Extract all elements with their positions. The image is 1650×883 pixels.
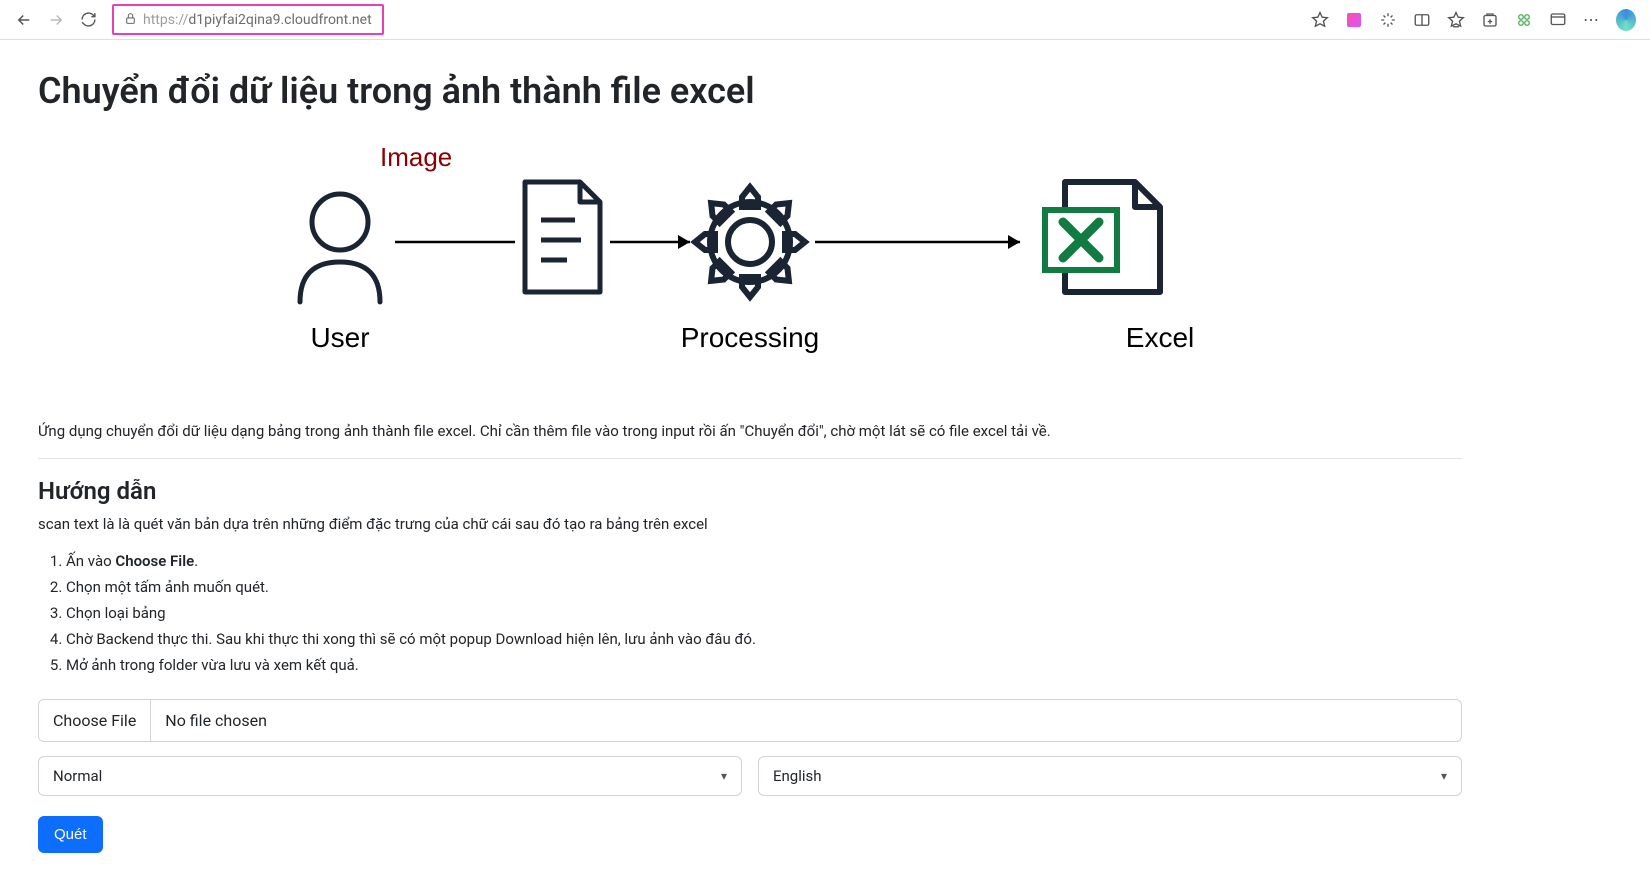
step-3: Chọn loại bảng [66, 601, 1462, 625]
guide-subdesc: scan text là là quét văn bản dựa trên nh… [38, 515, 1462, 533]
color-extension-icon[interactable] [1344, 10, 1364, 30]
lock-icon [124, 10, 137, 29]
step-1: Ấn vào Choose File. [66, 549, 1462, 573]
step-4: Chờ Backend thực thi. Sau khi thực thi x… [66, 627, 1462, 651]
workflow-diagram: Image [250, 142, 1250, 382]
guide-steps: Ấn vào Choose File. Chọn một tấm ảnh muố… [38, 549, 1462, 677]
diagram-excel-label: Excel [1110, 322, 1210, 354]
mode-select[interactable]: Normal ▾ [38, 756, 742, 796]
user-icon [300, 194, 380, 302]
sparkle-icon[interactable] [1378, 10, 1398, 30]
more-icon[interactable]: ⋯ [1582, 10, 1602, 30]
step-2: Chọn một tấm ảnh muốn quét. [66, 575, 1462, 599]
chevron-down-icon: ▾ [721, 769, 727, 783]
refresh-button[interactable] [72, 4, 104, 36]
selects-row: Normal ▾ English ▾ [38, 756, 1462, 796]
copilot-icon[interactable] [1616, 10, 1636, 30]
page-title: Chuyển đổi dữ liệu trong ảnh thành file … [38, 70, 1462, 112]
gear-icon [695, 187, 805, 297]
excel-file-icon [1045, 182, 1160, 292]
url-host: d1piyfai2qina9.cloudfront.net [188, 12, 371, 28]
page-content: Chuyển đổi dữ liệu trong ảnh thành file … [0, 40, 1500, 883]
scan-button[interactable]: Quét [38, 816, 103, 853]
page-description: Ứng dụng chuyển đổi dữ liệu dạng bảng tr… [38, 422, 1462, 440]
divider [38, 458, 1462, 459]
back-button[interactable] [8, 4, 40, 36]
forward-button[interactable] [40, 4, 72, 36]
favorites-list-icon[interactable] [1446, 10, 1466, 30]
favorite-icon[interactable] [1310, 10, 1330, 30]
file-input-status: No file chosen [151, 700, 1461, 741]
browser-right-icons: ⋯ [1310, 10, 1642, 30]
browser-toolbar: https://d1piyfai2qina9.cloudfront.net ⋯ [0, 0, 1650, 40]
chevron-down-icon: ▾ [1441, 769, 1447, 783]
language-select[interactable]: English ▾ [758, 756, 1462, 796]
collections-icon[interactable] [1480, 10, 1500, 30]
step-5: Mở ảnh trong folder vừa lưu và xem kết q… [66, 653, 1462, 677]
file-icon [525, 182, 600, 292]
diagram-processing-label: Processing [675, 322, 825, 354]
split-screen-icon[interactable] [1412, 10, 1432, 30]
guide-title: Hướng dẫn [38, 477, 1462, 505]
app-icon[interactable] [1548, 10, 1568, 30]
diagram-image-label: Image [380, 142, 452, 173]
mode-select-value: Normal [53, 767, 102, 785]
diagram-user-label: User [280, 322, 400, 354]
url-protocol: https:// [143, 12, 188, 28]
choose-file-button[interactable]: Choose File [39, 700, 151, 741]
address-bar[interactable]: https://d1piyfai2qina9.cloudfront.net [112, 4, 384, 35]
language-select-value: English [773, 767, 822, 785]
file-input[interactable]: Choose File No file chosen [38, 699, 1462, 742]
extension-icon[interactable] [1514, 10, 1534, 30]
